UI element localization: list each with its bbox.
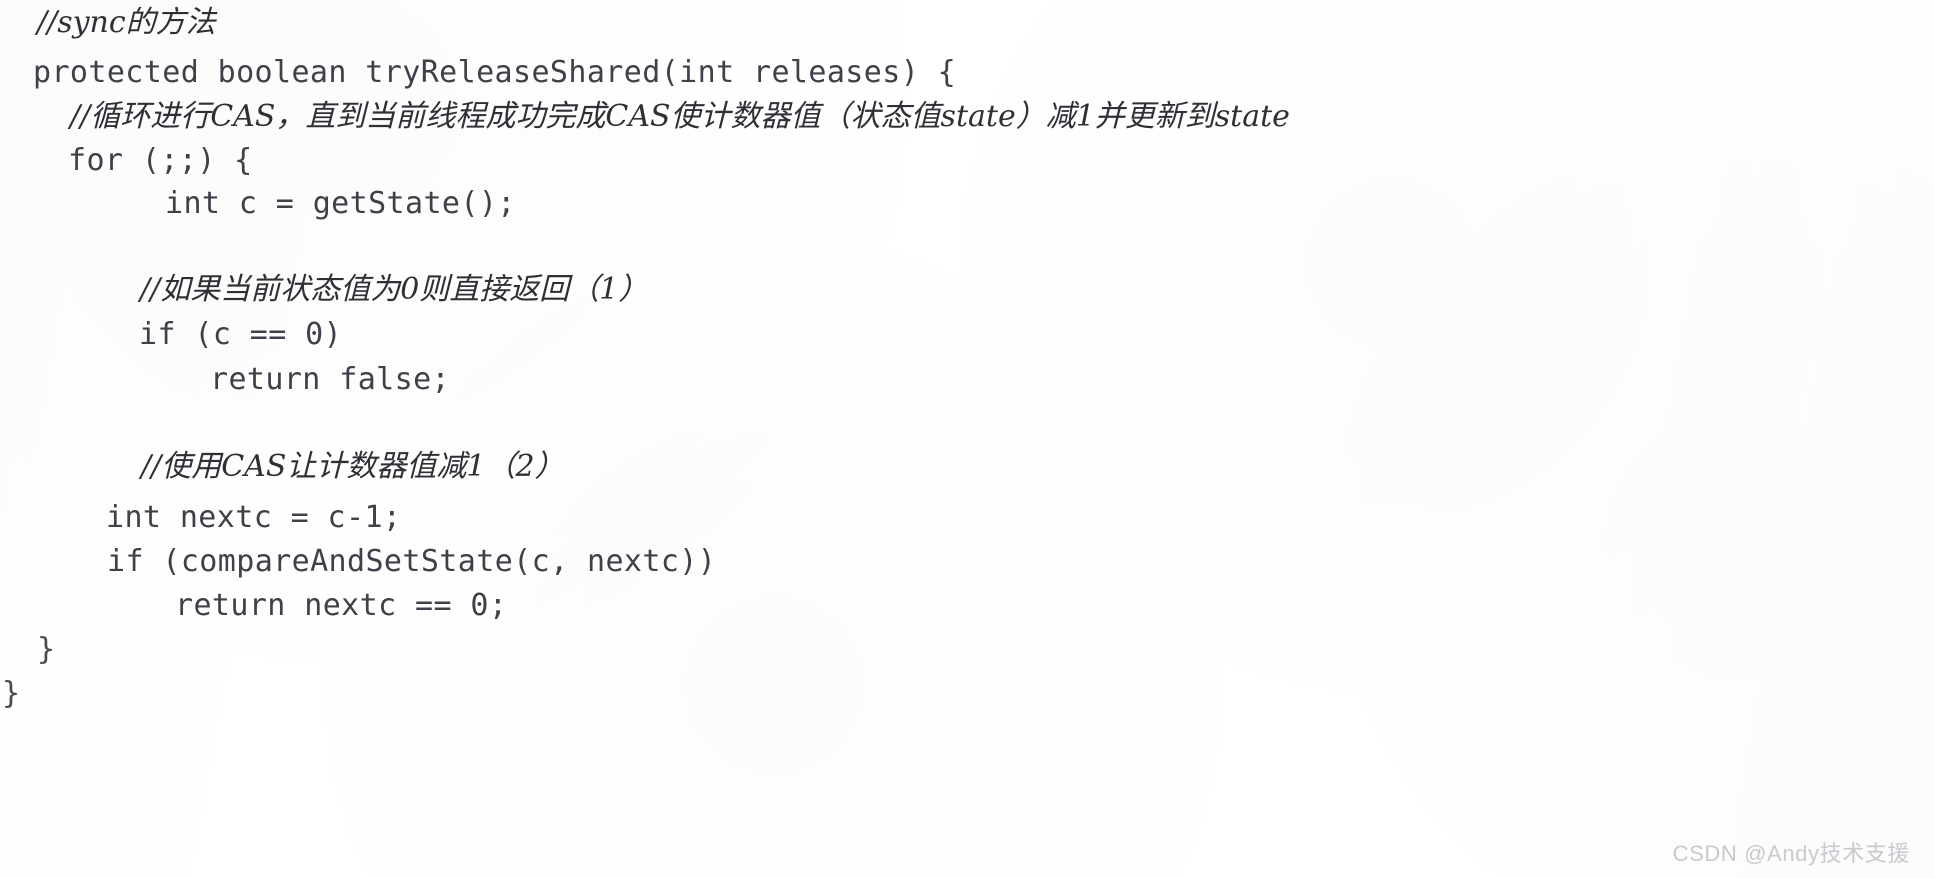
code-line: int nextc = c-1; <box>106 500 402 535</box>
code-line: return nextc == 0; <box>175 588 508 623</box>
code-line: if (c == 0) <box>139 317 343 352</box>
code-line: for (;;) { <box>68 143 253 178</box>
code-line: } <box>2 676 21 711</box>
csdn-watermark: CSDN @Andy技术支援 <box>1672 841 1910 866</box>
code-line: return false; <box>210 362 450 397</box>
code-line: int c = getState(); <box>165 186 516 221</box>
code-line: } <box>37 632 56 667</box>
code-line: //sync的方法 <box>37 5 216 40</box>
code-line: //使用CAS让计数器值减1（2） <box>141 449 565 484</box>
code-line: if (compareAndSetState(c, nextc)) <box>107 544 717 579</box>
code-line: //循环进行CAS，直到当前线程成功完成CAS使计数器值（状态值state）减1… <box>70 99 1290 134</box>
code-line: //如果当前状态值为0则直接返回（1） <box>140 272 649 307</box>
code-line: protected boolean tryReleaseShared(int r… <box>33 55 957 90</box>
scanned-code-page: //sync的方法 protected boolean tryReleaseSha… <box>0 0 1934 878</box>
code-block: //sync的方法 protected boolean tryReleaseSha… <box>0 0 1934 878</box>
